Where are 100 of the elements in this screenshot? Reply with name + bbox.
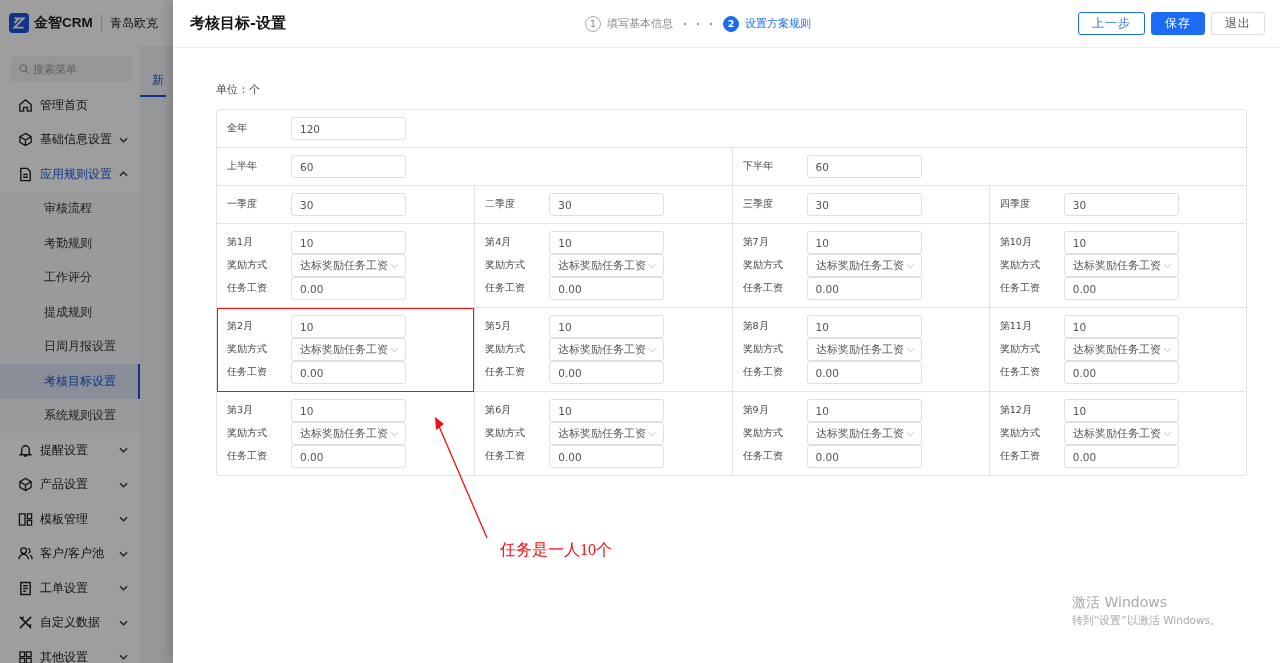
chevron-icon xyxy=(1162,262,1172,269)
menu-item[interactable]: 自定义数据 xyxy=(0,605,140,640)
chevron-icon xyxy=(648,262,658,269)
input-field[interactable]: 10 xyxy=(549,231,665,254)
field-label: 任务工资 xyxy=(999,282,1041,295)
reward-select[interactable]: 达标奖励任务工资 xyxy=(1063,254,1179,277)
back-button[interactable]: 上一步 xyxy=(1078,12,1145,35)
input-field[interactable]: 30 xyxy=(1063,193,1179,216)
input-field[interactable]: 0.00 xyxy=(549,361,665,384)
reward-select[interactable]: 达标奖励任务工资 xyxy=(291,254,406,277)
input-field[interactable]: 10 xyxy=(806,399,922,422)
field-label: 任务工资 xyxy=(999,366,1041,379)
reward-select[interactable]: 达标奖励任务工资 xyxy=(549,338,665,361)
submenu-item[interactable]: 考勤规则 xyxy=(0,226,140,261)
submenu-item[interactable]: 系统规则设置 xyxy=(0,398,140,433)
submenu-item[interactable]: 工作评分 xyxy=(0,260,140,295)
chevron-icon xyxy=(1162,346,1172,353)
submenu-item[interactable]: 日周月报设置 xyxy=(0,329,140,364)
input-field[interactable]: 60 xyxy=(291,155,406,178)
field-label: 任务工资 xyxy=(227,282,268,295)
field-label: 第1月 xyxy=(227,236,255,249)
input-field[interactable]: 0.00 xyxy=(1063,361,1179,384)
input-field[interactable]: 10 xyxy=(291,315,406,338)
submenu-item[interactable]: 考核目标设置 xyxy=(0,364,140,399)
input-field[interactable]: 0.00 xyxy=(806,361,922,384)
input-field[interactable]: 0.00 xyxy=(291,445,406,468)
field-label: 奖励方式 xyxy=(999,427,1041,440)
chevron-icon xyxy=(390,346,399,353)
cube-icon xyxy=(18,132,33,148)
input-field[interactable]: 0.00 xyxy=(806,277,922,300)
reward-select[interactable]: 达标奖励任务工资 xyxy=(291,422,406,445)
input-field[interactable]: 10 xyxy=(549,315,665,338)
input-field[interactable]: 0.00 xyxy=(1063,445,1179,468)
input-field[interactable]: 0.00 xyxy=(1063,277,1179,300)
reward-select[interactable]: 达标奖励任务工资 xyxy=(806,338,922,361)
field-label: 任务工资 xyxy=(742,282,784,295)
field-label: 上半年 xyxy=(227,160,258,173)
field-label: 奖励方式 xyxy=(227,259,268,272)
field-label: 任务工资 xyxy=(485,366,527,379)
input-field[interactable]: 0.00 xyxy=(549,277,665,300)
menu-item[interactable]: 客户/客户池 xyxy=(0,536,140,571)
reward-select[interactable]: 达标奖励任务工资 xyxy=(549,422,665,445)
menu-item[interactable]: 模板管理 xyxy=(0,502,140,537)
field-label: 奖励方式 xyxy=(742,427,784,440)
input-field[interactable]: 10 xyxy=(549,399,665,422)
field-label: 任务工资 xyxy=(742,366,784,379)
reward-select[interactable]: 达标奖励任务工资 xyxy=(806,254,922,277)
input-field[interactable]: 120 xyxy=(291,117,406,140)
search-icon xyxy=(19,64,29,74)
menu-item[interactable]: 管理首页 xyxy=(0,88,140,123)
menu-item[interactable]: 工单设置 xyxy=(0,571,140,606)
field-label: 第5月 xyxy=(485,320,513,333)
field-label: 二季度 xyxy=(485,198,517,211)
input-field[interactable]: 0.00 xyxy=(806,445,922,468)
submenu-item[interactable]: 提成规则 xyxy=(0,295,140,330)
input-field[interactable]: 10 xyxy=(291,231,406,254)
exit-button[interactable]: 退出 xyxy=(1211,12,1265,35)
dots-icon xyxy=(683,21,713,26)
input-field[interactable]: 10 xyxy=(291,399,406,422)
chevron-icon xyxy=(390,262,399,269)
menu-item[interactable]: 提醒设置 xyxy=(0,433,140,468)
menu-item[interactable]: 应用规则设置 xyxy=(0,157,140,192)
tab[interactable]: 新 xyxy=(140,68,166,97)
save-button[interactable]: 保存 xyxy=(1151,12,1205,35)
input-field[interactable]: 30 xyxy=(291,193,406,216)
reward-select[interactable]: 达标奖励任务工资 xyxy=(549,254,665,277)
document-icon xyxy=(18,166,33,182)
reward-select[interactable]: 达标奖励任务工资 xyxy=(1063,338,1179,361)
field-label: 奖励方式 xyxy=(227,427,268,440)
input-field[interactable]: 10 xyxy=(1063,315,1179,338)
input-field[interactable]: 10 xyxy=(806,315,922,338)
input-field[interactable]: 0.00 xyxy=(549,445,665,468)
input-field[interactable]: 30 xyxy=(806,193,922,216)
menu-item[interactable]: 其他设置 xyxy=(0,640,140,663)
input-field[interactable]: 30 xyxy=(549,193,665,216)
input-field[interactable]: 10 xyxy=(806,231,922,254)
step[interactable]: 1 填写基本信息 xyxy=(585,15,673,32)
field-label: 第9月 xyxy=(742,404,770,417)
people-icon xyxy=(18,546,33,562)
menu-item[interactable]: 基础信息设置 xyxy=(0,122,140,157)
company-name: 青岛欧克 xyxy=(109,14,158,32)
input-field[interactable]: 0.00 xyxy=(291,361,406,384)
activation-text: 转到“设置”以激活 Windows。 xyxy=(1072,614,1222,628)
submenu-item[interactable]: 审核流程 xyxy=(0,191,140,226)
chevron-icon xyxy=(1162,430,1172,437)
field-label: 第10月 xyxy=(999,236,1033,249)
bell-icon xyxy=(18,442,33,458)
reward-select[interactable]: 达标奖励任务工资 xyxy=(1063,422,1179,445)
field-label: 任务工资 xyxy=(485,450,527,463)
field-label: 第11月 xyxy=(999,320,1033,333)
tools-icon xyxy=(18,615,33,631)
reward-select[interactable]: 达标奖励任务工资 xyxy=(291,338,406,361)
step[interactable]: 2 设置方案规则 xyxy=(723,15,811,32)
input-field[interactable]: 60 xyxy=(806,155,922,178)
input-field[interactable]: 10 xyxy=(1063,399,1179,422)
field-label: 任务工资 xyxy=(485,282,527,295)
input-field[interactable]: 0.00 xyxy=(291,277,406,300)
input-field[interactable]: 10 xyxy=(1063,231,1179,254)
reward-select[interactable]: 达标奖励任务工资 xyxy=(806,422,922,445)
menu-item[interactable]: 产品设置 xyxy=(0,467,140,502)
